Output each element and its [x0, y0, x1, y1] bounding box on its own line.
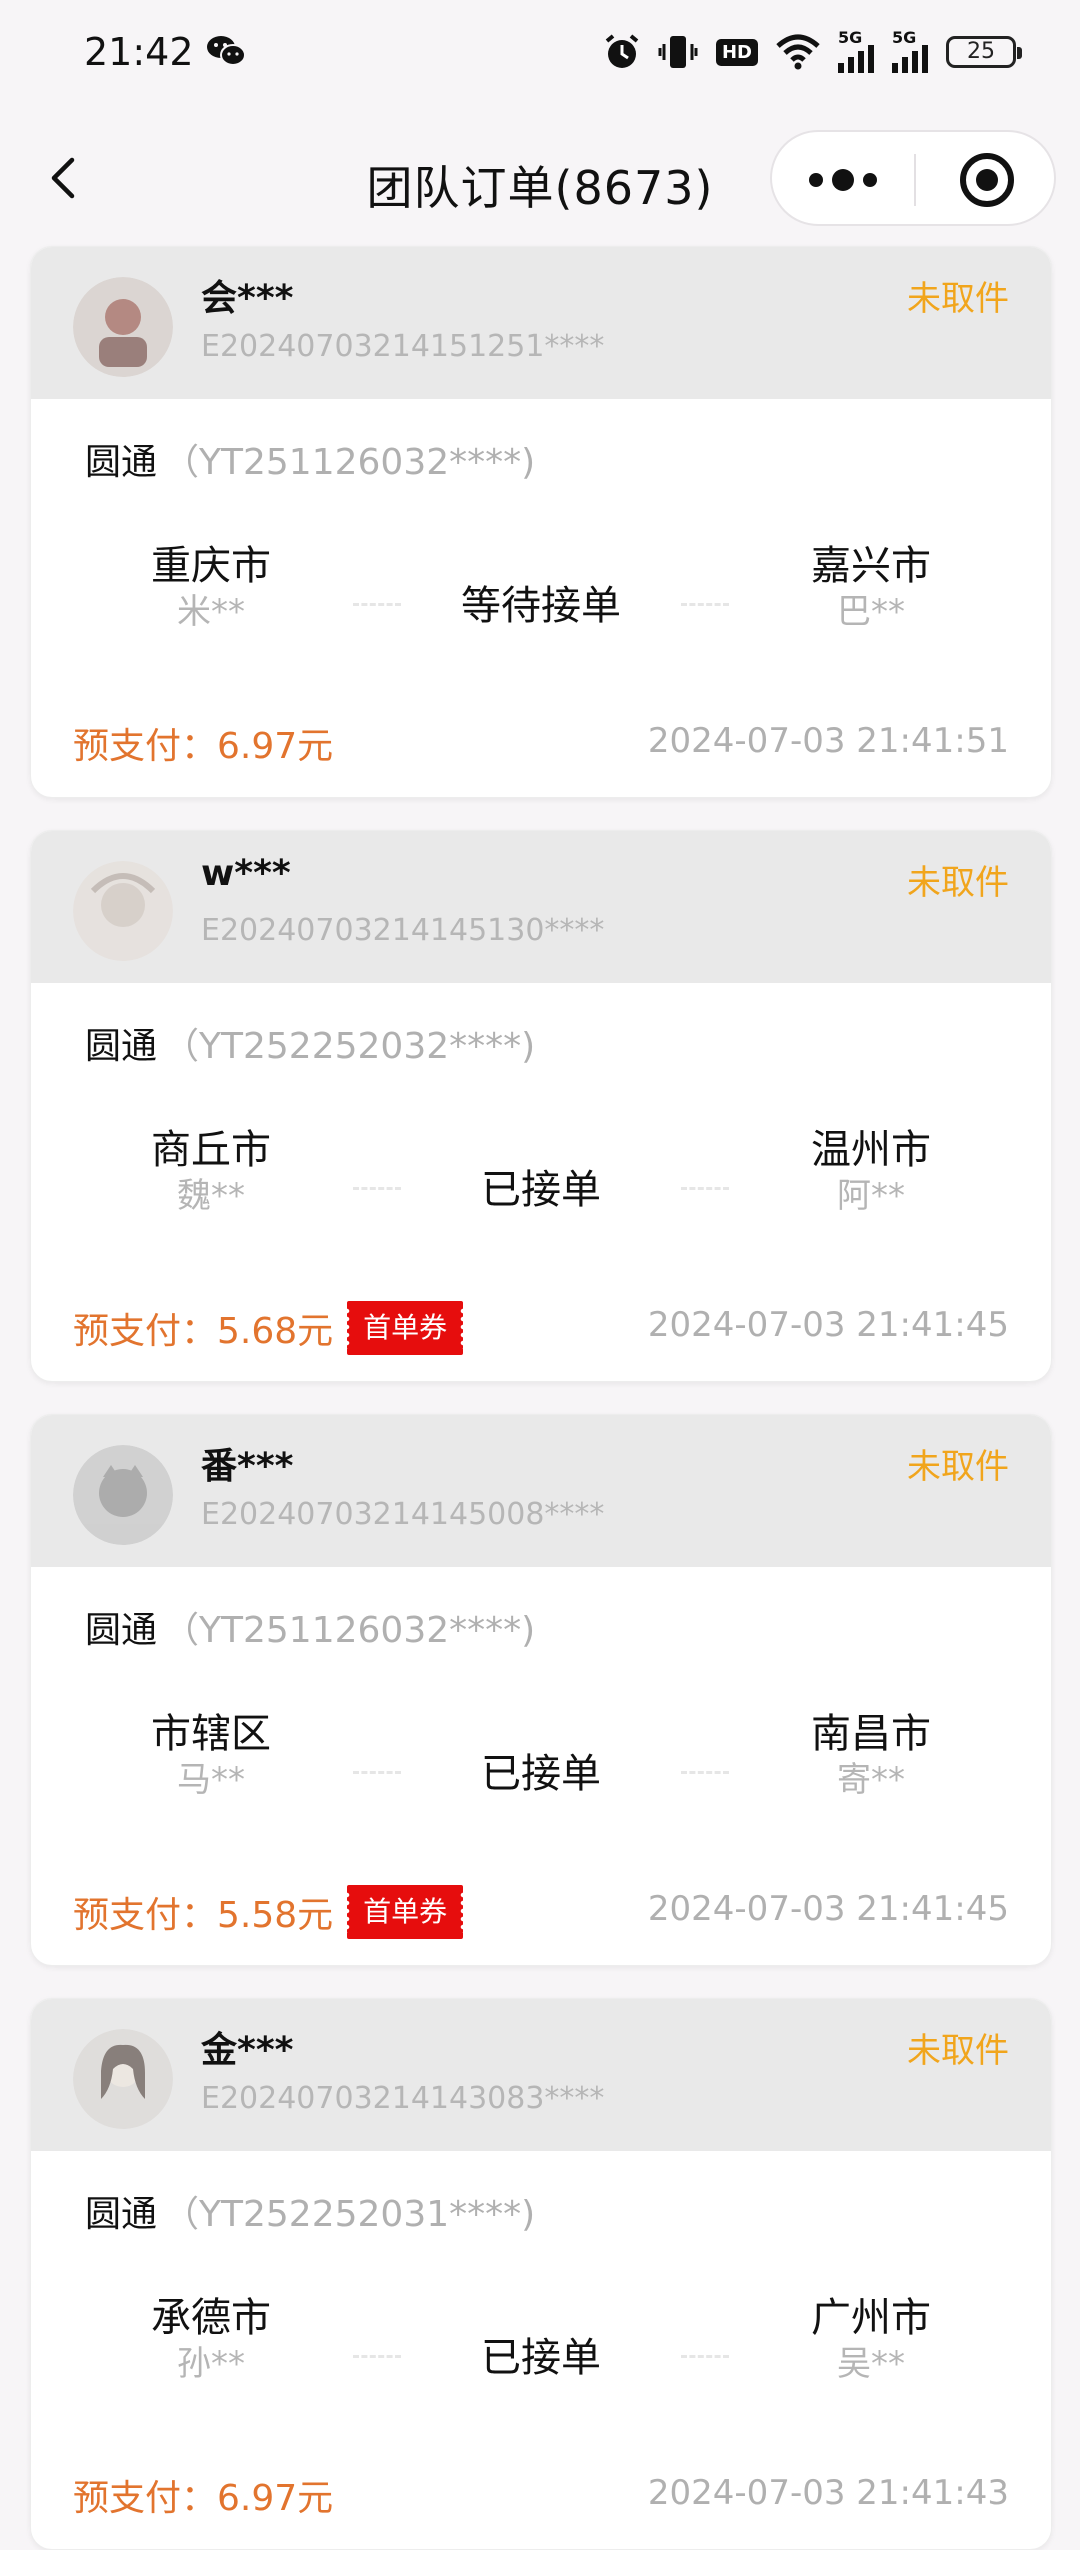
- carrier-line: 圆通 （YT251126032****): [85, 433, 535, 485]
- order-time: 2024-07-03 21:41:43: [647, 2473, 1009, 2513]
- receiver-name: 阿**: [837, 1176, 905, 1216]
- first-order-coupon-badge: 首单券: [344, 1301, 467, 1355]
- signal-icon: [892, 45, 928, 73]
- order-card-header: w*** E20240703214145130**** 未取件: [31, 831, 1051, 983]
- prepay-row: 预支付：5.58元 首单券: [73, 1885, 467, 1939]
- battery-icon: 25: [946, 36, 1022, 68]
- order-status: 未取件: [907, 863, 1009, 903]
- wifi-icon: [776, 34, 820, 70]
- more-button[interactable]: [772, 132, 914, 228]
- prepay-amount: 预支付：5.58元: [73, 1895, 334, 1936]
- prepay-row: 预支付：5.68元 首单券: [73, 1301, 467, 1355]
- order-card[interactable]: 番*** E20240703214145008**** 未取件 圆通 （YT251…: [30, 1414, 1052, 1966]
- avatar: [73, 861, 173, 961]
- hd-badge: HD: [715, 38, 758, 66]
- route-dash: [681, 603, 729, 606]
- route-dash: [681, 1771, 729, 1774]
- prepay-row: 预支付：6.97元: [73, 717, 333, 769]
- first-order-coupon-badge: 首单券: [344, 1885, 467, 1939]
- carrier-name: 圆通: [85, 2194, 158, 2235]
- carrier-name: 圆通: [85, 442, 158, 483]
- status-bar: 21:42 HD 5G 5G 25: [0, 0, 1080, 110]
- signal-icon: [838, 45, 874, 73]
- signal-2: 5G: [892, 28, 928, 73]
- receiver-name: 吴**: [837, 2344, 905, 2384]
- carrier-line: 圆通 （YT251126032****): [85, 1601, 535, 1653]
- destination-city: 南昌市: [811, 1711, 931, 1757]
- carrier-name: 圆通: [85, 1610, 158, 1651]
- avatar: [73, 1445, 173, 1545]
- receiver-name: 巴**: [837, 592, 905, 632]
- order-card[interactable]: 会*** E20240703214151251**** 未取件 圆通 （YT251…: [30, 246, 1052, 798]
- prepay-amount: 预支付：6.97元: [73, 726, 334, 767]
- destination-city: 温州市: [811, 1127, 931, 1173]
- network-label-2: 5G: [892, 28, 917, 47]
- status-time: 21:42: [84, 30, 194, 74]
- status-icons: HD 5G 5G 25: [604, 28, 1022, 74]
- order-status: 未取件: [907, 279, 1009, 319]
- order-status: 未取件: [907, 1447, 1009, 1487]
- carrier-line: 圆通 （YT252252031****): [85, 2185, 535, 2237]
- destination-city: 广州市: [811, 2295, 931, 2341]
- order-card-header: 番*** E20240703214145008**** 未取件: [31, 1415, 1051, 1567]
- nav-bar: 团队订单(8673): [0, 110, 1080, 248]
- order-card[interactable]: w*** E20240703214145130**** 未取件 圆通 （YT252…: [30, 830, 1052, 1382]
- user-name: 会***: [201, 278, 294, 319]
- avatar: [73, 2029, 173, 2129]
- user-name: w***: [201, 853, 291, 894]
- carrier-name: 圆通: [85, 1026, 158, 1067]
- user-name: 金***: [201, 2030, 294, 2071]
- destination: 南昌市 寄**: [741, 1709, 1001, 1801]
- order-number: E20240703214143083****: [201, 2081, 605, 2116]
- order-number: E20240703214151251****: [201, 329, 605, 364]
- order-card-header: 金*** E20240703214143083**** 未取件: [31, 1999, 1051, 2151]
- order-time: 2024-07-03 21:41:51: [647, 721, 1009, 761]
- destination: 嘉兴市 巴**: [741, 541, 1001, 633]
- order-status: 未取件: [907, 2031, 1009, 2071]
- tracking-number: （YT252252032****): [163, 1026, 536, 1067]
- destination-city: 嘉兴市: [811, 543, 931, 589]
- route-dash: [681, 2355, 729, 2358]
- tracking-number: （YT252252031****): [163, 2194, 536, 2235]
- user-name: 番***: [201, 1446, 294, 1487]
- tracking-number: （YT251126032****): [163, 1610, 536, 1651]
- avatar: [73, 277, 173, 377]
- order-time: 2024-07-03 21:41:45: [647, 1889, 1009, 1929]
- mini-program-capsule: [770, 130, 1056, 226]
- carrier-line: 圆通 （YT252252032****): [85, 1017, 535, 1069]
- tracking-number: （YT251126032****): [163, 442, 536, 483]
- order-number: E20240703214145130****: [201, 913, 605, 948]
- close-mini-program-button[interactable]: [916, 132, 1058, 228]
- wechat-icon: [207, 36, 246, 66]
- order-card-header: 会*** E20240703214151251**** 未取件: [31, 247, 1051, 399]
- order-card[interactable]: 金*** E20240703214143083**** 未取件 圆通 （YT252…: [30, 1998, 1052, 2550]
- alarm-icon: [605, 34, 639, 68]
- route-dash: [681, 1187, 729, 1190]
- destination: 广州市 吴**: [741, 2293, 1001, 2385]
- order-time: 2024-07-03 21:41:45: [647, 1305, 1009, 1345]
- signal-1: 5G: [838, 28, 874, 73]
- target-circle-icon: [960, 153, 1014, 207]
- prepay-amount: 预支付：5.68元: [73, 1311, 334, 1352]
- prepay-row: 预支付：6.97元: [73, 2469, 333, 2521]
- network-label-1: 5G: [838, 28, 863, 47]
- destination: 温州市 阿**: [741, 1125, 1001, 1217]
- order-number: E20240703214145008****: [201, 1497, 605, 1532]
- vibrate-icon: [658, 36, 698, 68]
- receiver-name: 寄**: [837, 1760, 905, 1800]
- prepay-amount: 预支付：6.97元: [73, 2478, 334, 2519]
- more-dots-icon: [809, 169, 877, 191]
